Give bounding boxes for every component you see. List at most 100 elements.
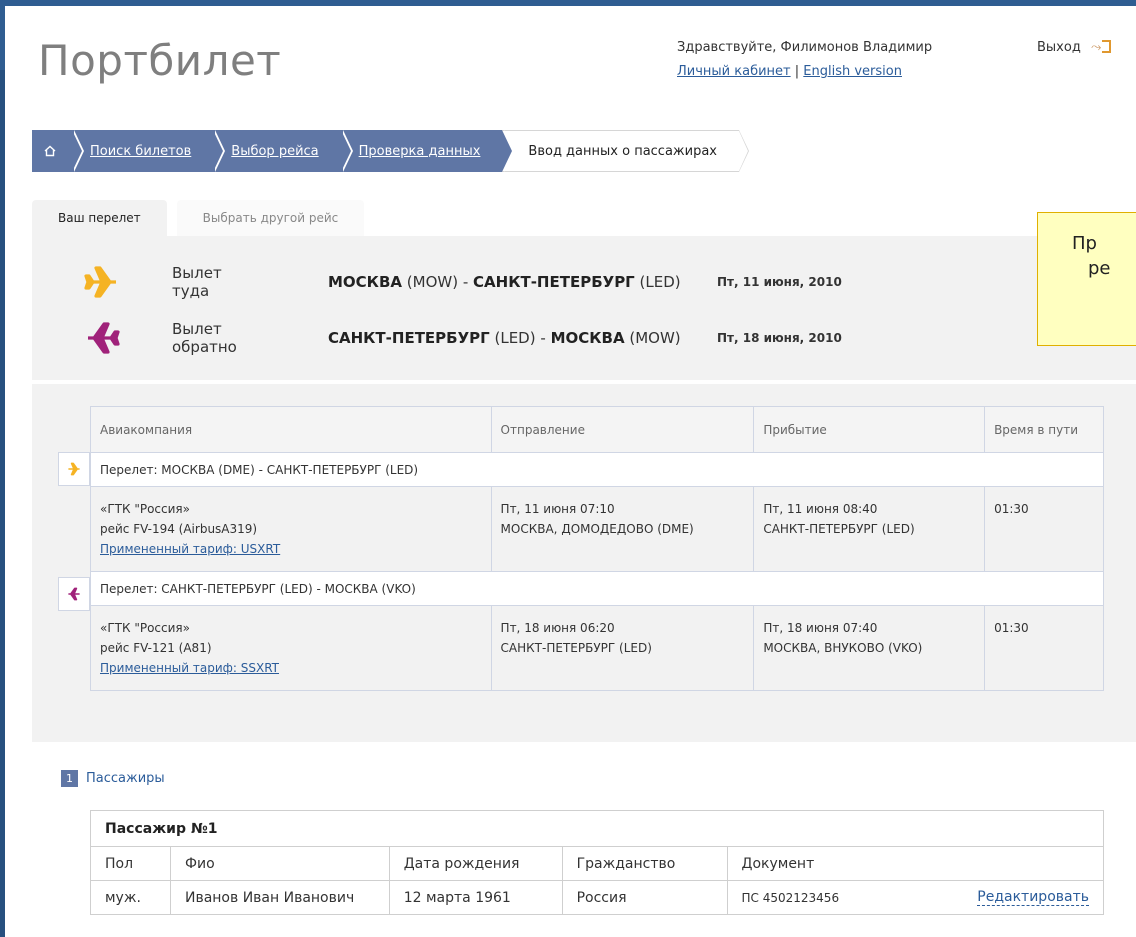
- passenger-name: Иванов Иван Иванович: [169, 880, 390, 915]
- page: Портбилет Здравствуйте, Филимонов Владим…: [5, 6, 1136, 937]
- flights-table: Авиакомпания Отправление Прибытие Время …: [90, 406, 1104, 691]
- breadcrumb-choose-flight[interactable]: Выбор рейса: [213, 130, 354, 172]
- col-duration: Время в пути: [984, 406, 1104, 453]
- col-arrival: Прибытие: [753, 406, 986, 453]
- english-version-link[interactable]: English version: [803, 64, 902, 79]
- outbound-from-city: МОСКВА: [328, 273, 402, 291]
- plane-icon: [68, 587, 80, 601]
- airline-cell: «ГТК "Россия» рейс FV-194 (AirbusA319) П…: [90, 486, 492, 572]
- table-row: «ГТК "Россия» рейс FV-121 (A81) Применен…: [90, 605, 1104, 691]
- outbound-to-city: САНКТ-ПЕТЕРБУРГ: [473, 273, 635, 291]
- logout-label: Выход: [1037, 40, 1081, 55]
- passenger-table: Пассажир №1 Пол Фио Дата рождения Гражда…: [90, 810, 1105, 915]
- table-row: «ГТК "Россия» рейс FV-194 (AirbusA319) П…: [90, 486, 1104, 572]
- duration-cell: 01:30: [984, 486, 1104, 572]
- breadcrumb: Поиск билетов Выбор рейса Проверка данны…: [32, 130, 749, 172]
- outbound-label: Вылет туда: [172, 264, 222, 300]
- tooltip-line-1: Пр: [1072, 233, 1097, 254]
- site-logo[interactable]: Портбилет: [38, 36, 281, 85]
- return-leg-icon: [58, 577, 90, 611]
- outbound-leg-icon: [58, 452, 90, 486]
- return-from-code: (LED) -: [494, 329, 546, 347]
- passenger-citizenship: Россия: [561, 880, 728, 915]
- leg-title: Перелет: МОСКВА (DME) - САНКТ-ПЕТЕРБУРГ …: [90, 452, 1104, 487]
- outbound-to-code: (LED): [639, 273, 681, 291]
- arrival-cell: Пт, 11 июня 08:40 САНКТ-ПЕТЕРБУРГ (LED): [753, 486, 986, 572]
- passenger-gender: муж.: [90, 880, 171, 915]
- arrival-cell: Пт, 18 июня 07:40 МОСКВА, ВНУКОВО (VKO): [753, 605, 986, 691]
- departure-cell: Пт, 11 июня 07:10 МОСКВА, ДОМОДЕДОВО (DM…: [490, 486, 755, 572]
- breadcrumb-current: Ввод данных о пассажирах: [502, 130, 749, 172]
- flight-tabs: Ваш перелет Выбрать другой рейс: [32, 200, 365, 236]
- flight-summary: Вылет туда МОСКВА (MOW) - САНКТ-ПЕТЕРБУР…: [32, 236, 1136, 380]
- departure-place: МОСКВА, ДОМОДЕДОВО (DME): [500, 522, 694, 536]
- flights-table-header: Авиакомпания Отправление Прибытие Время …: [90, 406, 1104, 453]
- arrival-time: Пт, 11 июня 08:40: [763, 502, 878, 516]
- outbound-date: Пт, 11 июня, 2010: [717, 275, 842, 289]
- user-greeting: Здравствуйте, Филимонов Владимир: [677, 40, 933, 55]
- home-icon: [44, 145, 56, 157]
- passengers-section-title: 1 Пассажиры: [61, 770, 165, 787]
- col-airline: Авиакомпания: [90, 406, 492, 453]
- personal-cabinet-link[interactable]: Личный кабинет: [677, 64, 791, 79]
- breadcrumb-home[interactable]: [32, 130, 84, 172]
- outbound-from-code: (MOW) -: [406, 273, 469, 291]
- departure-time: Пт, 11 июня 07:10: [500, 502, 615, 516]
- arrival-time: Пт, 18 июня 07:40: [763, 621, 878, 635]
- return-to-city: МОСКВА: [550, 329, 625, 347]
- return-plane-icon: [88, 322, 120, 354]
- tab-choose-other-flight[interactable]: Выбрать другой рейс: [176, 200, 365, 236]
- logout-link[interactable]: Выход ⤳: [1037, 40, 1112, 55]
- logout-icon: ⤳: [1091, 40, 1112, 55]
- col-gender: Пол: [90, 846, 171, 881]
- airline-name: «ГТК "Россия»: [100, 621, 190, 635]
- departure-place: САНКТ-ПЕТЕРБУРГ (LED): [500, 641, 652, 655]
- leg-title: Перелет: САНКТ-ПЕТЕРБУРГ (LED) - МОСКВА …: [90, 571, 1104, 606]
- flight-number: рейс FV-194 (AirbusA319): [100, 522, 258, 536]
- breadcrumb-search[interactable]: Поиск билетов: [72, 130, 226, 172]
- col-birth-date: Дата рождения: [388, 846, 563, 881]
- breadcrumb-search-link[interactable]: Поиск билетов: [90, 144, 191, 159]
- departure-time: Пт, 18 июня 06:20: [500, 621, 615, 635]
- passenger-document: ПС 4502123456: [741, 890, 840, 905]
- arrival-place: МОСКВА, ВНУКОВО (VKO): [763, 641, 923, 655]
- departure-cell: Пт, 18 июня 06:20 САНКТ-ПЕТЕРБУРГ (LED): [490, 605, 755, 691]
- tooltip-line-2: ре: [1088, 258, 1111, 279]
- leg-row: Перелет: САНКТ-ПЕТЕРБУРГ (LED) - МОСКВА …: [90, 571, 1104, 606]
- passenger-card-title-row: Пассажир №1: [90, 810, 1104, 847]
- return-from-city: САНКТ-ПЕТЕРБУРГ: [328, 329, 490, 347]
- return-to-code: (MOW): [629, 329, 681, 347]
- return-route: САНКТ-ПЕТЕРБУРГ (LED) - МОСКВА (MOW): [328, 329, 681, 347]
- account-links: Личный кабинет | English version: [677, 64, 902, 79]
- leg-row: Перелет: МОСКВА (DME) - САНКТ-ПЕТЕРБУРГ …: [90, 452, 1104, 487]
- airline-cell: «ГТК "Россия» рейс FV-121 (A81) Применен…: [90, 605, 492, 691]
- table-row: муж. Иванов Иван Иванович 12 марта 1961 …: [90, 880, 1105, 915]
- return-label: Вылет обратно: [172, 320, 237, 356]
- passenger-document-cell: ПС 4502123456 Редактировать: [726, 880, 1105, 915]
- passengers-heading: Пассажиры: [86, 771, 165, 786]
- tariff-link[interactable]: Примененный тариф: USXRT: [100, 542, 280, 556]
- section-number-badge: 1: [61, 770, 78, 787]
- airline-name: «ГТК "Россия»: [100, 502, 190, 516]
- passenger-card-title: Пассажир №1: [90, 810, 1104, 847]
- link-separator: |: [794, 64, 800, 79]
- hint-tooltip: Пр ре: [1037, 212, 1136, 346]
- arrival-place: САНКТ-ПЕТЕРБУРГ (LED): [763, 522, 915, 536]
- col-name: Фио: [169, 846, 390, 881]
- col-document: Документ: [726, 846, 1105, 881]
- col-citizenship: Гражданство: [561, 846, 728, 881]
- breadcrumb-choose-flight-link[interactable]: Выбор рейса: [231, 144, 318, 159]
- flight-number: рейс FV-121 (A81): [100, 641, 212, 655]
- passenger-birth-date: 12 марта 1961: [388, 880, 563, 915]
- tab-your-flight[interactable]: Ваш перелет: [32, 200, 167, 236]
- outbound-route: МОСКВА (MOW) - САНКТ-ПЕТЕРБУРГ (LED): [328, 273, 681, 291]
- duration-cell: 01:30: [984, 605, 1104, 691]
- tariff-link[interactable]: Примененный тариф: SSXRT: [100, 661, 279, 675]
- breadcrumb-check-data-link[interactable]: Проверка данных: [359, 144, 481, 159]
- edit-passenger-button[interactable]: Редактировать: [977, 889, 1089, 906]
- plane-icon: [68, 462, 80, 476]
- return-date: Пт, 18 июня, 2010: [717, 331, 842, 345]
- passenger-header-row: Пол Фио Дата рождения Гражданство Докуме…: [90, 846, 1105, 881]
- outbound-plane-icon: [84, 266, 116, 298]
- breadcrumb-check-data[interactable]: Проверка данных: [340, 130, 515, 172]
